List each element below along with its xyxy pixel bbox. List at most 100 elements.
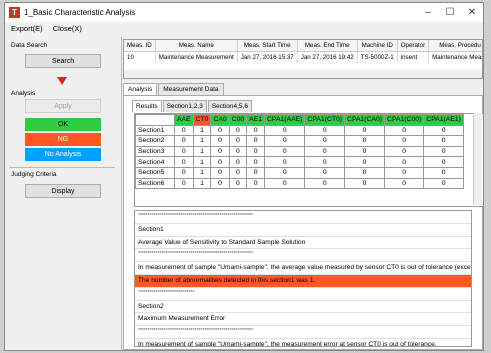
result-row[interactable]: Section2 0 1 0 0 0 0 0 0 0 0 (135, 135, 464, 147)
result-cell: 0 (246, 135, 266, 147)
result-cell: 0 (423, 156, 464, 168)
result-cell: 0 (246, 166, 266, 179)
result-cell: 0 (384, 177, 425, 190)
log-line: ****************************************… (135, 211, 471, 224)
result-row[interactable]: Section3 0 1 0 0 0 0 0 0 0 0 (135, 145, 464, 158)
main-panel: Meas. ID Meas. Name Meas. Start Time Meas. … (123, 37, 483, 350)
search-button[interactable]: Search (25, 54, 101, 68)
ng-badge: NG (25, 133, 101, 146)
result-cell: 0 (246, 156, 266, 168)
result-cell: 0 (228, 124, 248, 137)
display-button[interactable]: Display (25, 184, 101, 198)
result-cell: 0 (210, 124, 230, 137)
horizontal-scrollbar[interactable] (124, 70, 482, 78)
column-header[interactable]: Meas. Start Time (237, 40, 298, 52)
ok-badge: OK (25, 118, 101, 131)
judging-criteria-label: Judging Criteria (11, 171, 57, 178)
result-cell: 1 (192, 166, 212, 179)
result-cell: 1 (192, 156, 212, 168)
log-line: ****************************************… (135, 249, 471, 263)
result-row[interactable]: Section4 0 1 0 0 0 0 0 0 0 0 (135, 156, 464, 168)
result-cell: 0 (384, 124, 425, 137)
result-cell: 0 (344, 166, 386, 179)
result-cell: 0 (423, 166, 464, 179)
result-cell: 0 (344, 124, 386, 137)
minimize-button[interactable]: – (417, 7, 439, 18)
app-icon: T (9, 7, 20, 18)
result-cell: 0 (210, 156, 230, 168)
subtab-section456[interactable]: Section4,5,6 (207, 100, 252, 112)
log-line: In measurement of sample "Umami-sample",… (135, 339, 471, 346)
result-row[interactable]: Section1 0 1 0 0 0 0 0 0 0 0 (135, 124, 464, 137)
result-cell: 0 (344, 156, 386, 168)
measurement-grid[interactable]: Meas. ID Meas. Name Meas. Start Time Meas. … (123, 39, 483, 79)
result-row-header: Section3 (135, 145, 175, 158)
result-cell: 0 (304, 145, 346, 158)
title-bar: T 1_Basic Characteristic Analysis – ☐ ✕ (5, 3, 483, 22)
apply-button[interactable]: Apply (25, 99, 101, 113)
log-line: In measurement of sample "Umami-sample",… (135, 262, 471, 275)
result-cell: 0 (304, 177, 346, 190)
log-line: Section1 (135, 224, 471, 237)
result-cell: 0 (174, 124, 194, 137)
column-header[interactable]: Meas. Name (155, 40, 238, 52)
result-row[interactable]: Section5 0 1 0 0 0 0 0 0 0 0 (135, 166, 464, 179)
result-cell: 0 (264, 124, 306, 137)
table-cell: 10 (124, 51, 156, 63)
result-cell: 0 (423, 124, 464, 137)
result-row-header: Section4 (135, 156, 175, 168)
menu-bar: Export(E) Close(X) (5, 22, 483, 35)
result-cell: 0 (174, 177, 194, 190)
close-button[interactable]: ✕ (461, 7, 483, 18)
result-cell: 1 (192, 124, 212, 137)
results-grid[interactable]: AAE CT0 CA0 C00 AE1 CPA1(AAE) CPA1(CT0) CPA1(CA… (134, 113, 483, 207)
result-column-header: CT0 (192, 114, 212, 126)
red-arrow-icon (57, 77, 67, 85)
subtab-section123[interactable]: Section1,2,3 (162, 100, 207, 112)
column-header[interactable]: Meas. Procedu (428, 40, 482, 52)
column-header[interactable]: Meas. End Time (297, 40, 358, 52)
result-cell: 0 (384, 166, 425, 179)
result-column-header (135, 114, 175, 126)
app-window: T 1_Basic Characteristic Analysis – ☐ ✕ … (4, 2, 484, 351)
result-row-header: Section2 (135, 135, 175, 147)
result-column-header: CA0 (210, 114, 230, 126)
column-header[interactable]: Meas. ID (124, 40, 156, 52)
subtab-results[interactable]: Results (132, 100, 162, 112)
result-cell: 0 (423, 145, 464, 158)
result-cell: 0 (264, 156, 306, 168)
analysis-log[interactable]: ****************************************… (134, 210, 472, 347)
result-cell: 0 (228, 156, 248, 168)
divider (9, 167, 115, 168)
result-cell: 0 (228, 135, 248, 147)
column-header[interactable]: Operator (397, 40, 430, 52)
menu-close[interactable]: Close(X) (53, 24, 82, 33)
tab-analysis[interactable]: Analysis (123, 83, 158, 95)
column-header[interactable]: Machine ID (357, 40, 398, 52)
left-panel: Data Search Search Analysis Apply OK NG … (5, 37, 122, 350)
result-column-header: AAE (174, 114, 194, 126)
table-cell: insent (397, 51, 430, 63)
result-column-header: CPA1(C00) (384, 114, 425, 126)
vertical-scrollbar[interactable] (473, 113, 482, 205)
result-cell: 0 (423, 177, 464, 190)
result-column-header: CPA1(AE1) (423, 114, 464, 126)
table-row[interactable]: 10 Maintenance Measurement Jan 27, 2016 15… (124, 51, 482, 63)
menu-export[interactable]: Export(E) (11, 24, 43, 33)
result-cell: 1 (192, 177, 212, 190)
result-cell: 0 (264, 166, 306, 179)
log-line: Section2 (135, 301, 471, 314)
tab-measurement-data[interactable]: Measurement Data (158, 83, 224, 95)
result-cell: 0 (384, 145, 425, 158)
log-line: Average Value of Sensitivity to Standard… (135, 237, 471, 250)
result-cell: 0 (423, 135, 464, 147)
result-cell: 0 (264, 177, 306, 190)
table-cell: Jan 27, 2016 15:37 (237, 51, 298, 63)
no-analysis-badge: No Analysis (25, 148, 101, 161)
result-cell: 0 (210, 145, 230, 158)
result-row[interactable]: Section6 0 1 0 0 0 0 0 0 0 0 (135, 177, 464, 190)
analysis-panel: Results Section1,2,3 Section4,5,6 AAE CT0… (123, 95, 483, 350)
maximize-button[interactable]: ☐ (439, 7, 461, 18)
result-row-header: Section1 (135, 124, 175, 137)
result-cell: 0 (174, 135, 194, 147)
